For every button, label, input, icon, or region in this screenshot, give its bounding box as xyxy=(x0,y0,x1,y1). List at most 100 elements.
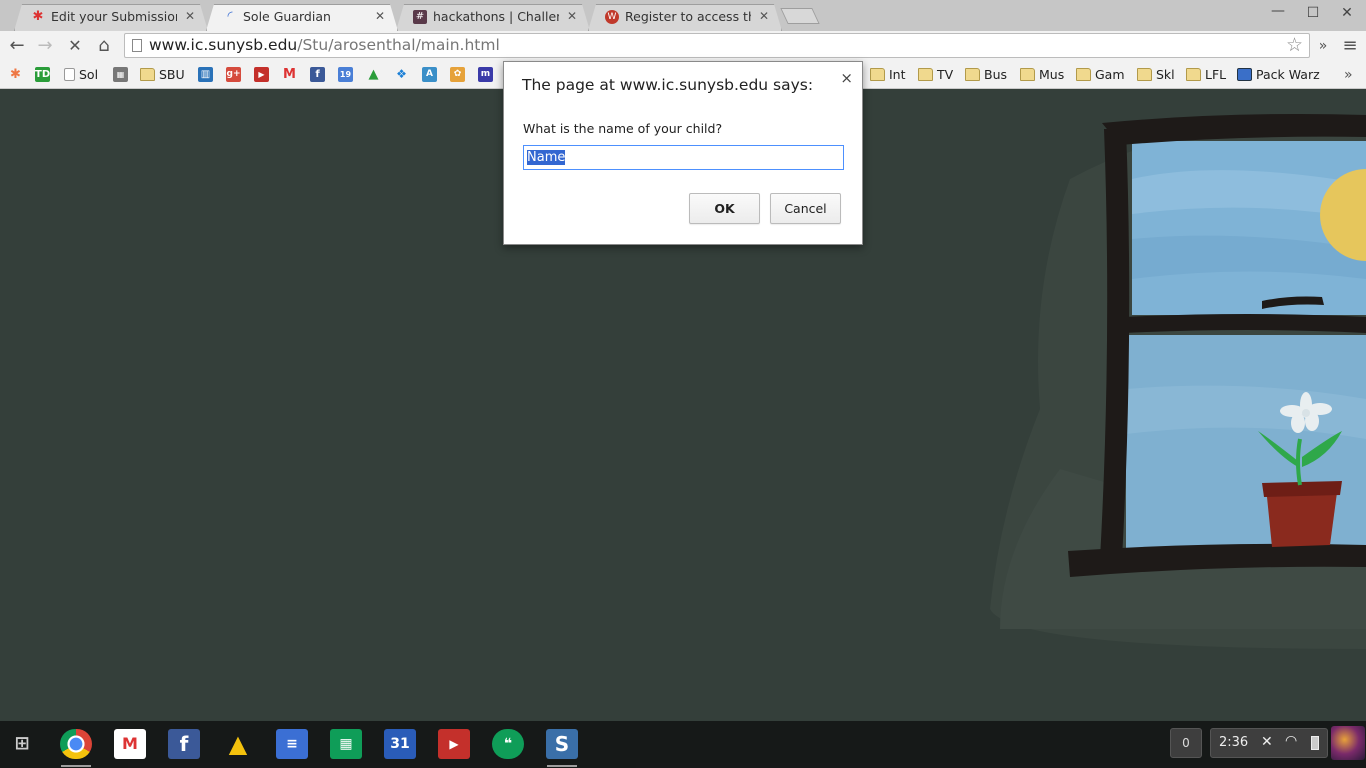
trello-icon[interactable]: ▥ xyxy=(198,67,213,82)
avatar[interactable] xyxy=(1331,726,1365,760)
browser-toolbar: ← → ✕ ⌂ www.ic.sunysb.edu/Stu/arosenthal… xyxy=(0,31,1366,61)
close-tab-icon[interactable]: ✕ xyxy=(759,9,769,23)
bookmark-label: Mus xyxy=(1039,67,1065,82)
calendar-19-icon[interactable]: 19 xyxy=(338,67,353,82)
home-icon[interactable]: ⌂ xyxy=(93,35,115,57)
facebook-icon[interactable]: f xyxy=(310,67,325,82)
w-logo-icon: W xyxy=(605,10,619,24)
sole-guardian-icon[interactable]: S xyxy=(546,729,578,759)
bookmark-label: Int xyxy=(889,67,906,82)
loading-spinner-icon: ◜ xyxy=(227,9,233,24)
bookmark-folder-lfl[interactable]: LFL xyxy=(1186,65,1226,85)
facebook-icon[interactable]: f xyxy=(168,729,200,759)
hash-icon: # xyxy=(413,10,427,24)
tab-hackathons[interactable]: # hackathons | ChallengeF ✕ xyxy=(396,4,590,31)
tab-title: Sole Guardian xyxy=(243,9,331,24)
clock: 2:36 xyxy=(1219,735,1249,750)
dropbox-icon[interactable]: ❖ xyxy=(394,67,409,82)
kaplan-icon[interactable]: ▦ xyxy=(113,67,128,82)
td-icon[interactable]: TD xyxy=(35,67,50,82)
folder-icon xyxy=(1076,68,1091,81)
gmail-icon[interactable]: M xyxy=(282,67,297,82)
tab-title: hackathons | ChallengeF xyxy=(433,9,557,24)
m-icon[interactable]: m xyxy=(478,67,493,82)
javascript-prompt-dialog: The page at www.ic.sunysb.edu says: × Wh… xyxy=(503,61,863,245)
forward-icon[interactable]: → xyxy=(34,35,56,57)
maximize-icon[interactable]: ☐ xyxy=(1303,5,1323,21)
battery-icon xyxy=(1311,736,1319,750)
drive-icon[interactable]: ▲ xyxy=(222,729,254,759)
bookmark-folder-tv[interactable]: TV xyxy=(918,65,953,85)
youtube-icon[interactable]: ▶ xyxy=(438,729,470,759)
photos-icon[interactable]: ✿ xyxy=(450,67,465,82)
bookmark-star-icon[interactable]: ☆ xyxy=(1286,34,1303,56)
ok-button[interactable]: OK xyxy=(689,193,760,224)
bookmark-label: SBU xyxy=(159,67,185,82)
url-host: www.ic.sunysb.edu xyxy=(149,36,298,54)
bookmark-label: Pack Warz xyxy=(1256,67,1320,82)
docs-icon[interactable]: ≡ xyxy=(276,729,308,759)
folder-icon xyxy=(1020,68,1035,81)
bookmark-label: Sol xyxy=(79,67,99,82)
bookmark-pack-warz[interactable]: Pack Warz xyxy=(1237,65,1320,85)
sheets-icon[interactable]: ▦ xyxy=(330,729,362,759)
mute-icon: ✕ xyxy=(1261,734,1273,750)
folder-icon xyxy=(870,68,885,81)
tab-edit-submission[interactable]: ✱ Edit your Submission | U ✕ xyxy=(14,4,208,31)
translate-icon[interactable]: A xyxy=(422,67,437,82)
pinwheel-icon[interactable]: ✱ xyxy=(8,67,23,82)
chrome-icon[interactable] xyxy=(60,729,92,759)
extensions-overflow-icon[interactable]: » xyxy=(1312,35,1334,57)
youtube-icon[interactable]: ▶ xyxy=(254,67,269,82)
bookmark-sol[interactable]: Sol xyxy=(64,65,98,85)
bookmark-folder-sbu[interactable]: SBU xyxy=(140,65,185,85)
bookmark-folder-mus[interactable]: Mus xyxy=(1020,65,1064,85)
tab-sole-guardian[interactable]: ◜ Sole Guardian ✕ xyxy=(206,4,398,31)
minimize-icon[interactable]: — xyxy=(1268,3,1288,19)
dialog-message: What is the name of your child? xyxy=(523,121,723,136)
bookmark-label: Bus xyxy=(984,67,1008,82)
notification-count-badge[interactable]: 0 xyxy=(1170,728,1202,758)
dialog-title: The page at www.ic.sunysb.edu says: xyxy=(522,76,814,94)
bookmark-folder-skl[interactable]: Skl xyxy=(1137,65,1175,85)
bookmark-label: Skl xyxy=(1156,67,1175,82)
new-tab-button[interactable] xyxy=(780,8,820,24)
calendar-icon[interactable]: 31 xyxy=(384,729,416,759)
url-text[interactable]: www.ic.sunysb.edu/Stu/arosenthal/main.ht… xyxy=(149,36,500,54)
back-icon[interactable]: ← xyxy=(6,35,28,57)
address-bar[interactable]: www.ic.sunysb.edu/Stu/arosenthal/main.ht… xyxy=(124,33,1310,58)
google-plus-icon[interactable]: g+ xyxy=(226,67,241,82)
tab-strip: ✱ Edit your Submission | U ✕ ◜ Sole Guar… xyxy=(0,0,1366,31)
bookmark-folder-bus[interactable]: Bus xyxy=(965,65,1007,85)
close-window-icon[interactable]: ✕ xyxy=(1337,5,1357,21)
tab-title: Edit your Submission | U xyxy=(51,9,177,24)
bookmark-label: TV xyxy=(937,67,954,82)
page-icon xyxy=(132,39,142,52)
tab-register[interactable]: W Register to access the in ✕ xyxy=(588,4,782,31)
app-launcher-icon[interactable]: ⊞ xyxy=(6,729,38,759)
stop-icon[interactable]: ✕ xyxy=(64,35,86,57)
tab-title: Register to access the in xyxy=(625,9,748,24)
status-tray[interactable]: 2:36 ✕ ◠ xyxy=(1210,728,1328,758)
pinwheel-icon: ✱ xyxy=(32,9,44,24)
hangouts-icon[interactable]: ❝ xyxy=(492,729,524,759)
close-icon[interactable]: × xyxy=(840,69,853,87)
bookmark-folder-gam[interactable]: Gam xyxy=(1076,65,1125,85)
menu-icon[interactable]: ≡ xyxy=(1339,35,1361,57)
url-path: /Stu/arosenthal/main.html xyxy=(297,36,500,54)
close-tab-icon[interactable]: ✕ xyxy=(375,9,385,23)
cancel-button[interactable]: Cancel xyxy=(770,193,841,224)
child-name-input[interactable] xyxy=(523,145,844,170)
folder-icon xyxy=(140,68,155,81)
folder-icon xyxy=(965,68,980,81)
gmail-icon[interactable]: M xyxy=(114,729,146,759)
bookmarks-overflow-icon[interactable]: » xyxy=(1344,65,1353,85)
drive-icon[interactable]: ▲ xyxy=(366,67,381,82)
close-tab-icon[interactable]: ✕ xyxy=(567,9,577,23)
flower-stem xyxy=(1296,438,1302,486)
running-indicator xyxy=(61,765,91,767)
wifi-icon: ◠ xyxy=(1285,733,1298,749)
bookmark-folder-int[interactable]: Int xyxy=(870,65,906,85)
close-tab-icon[interactable]: ✕ xyxy=(185,9,195,23)
pot-rim xyxy=(1262,481,1342,497)
